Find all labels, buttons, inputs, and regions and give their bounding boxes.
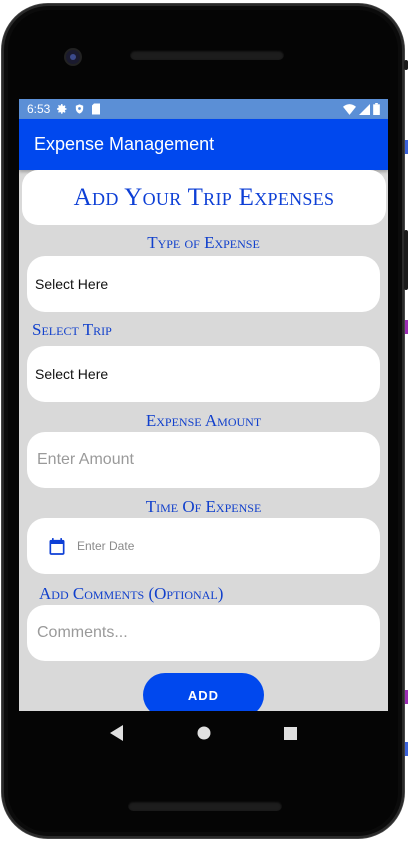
app-screen: 6:53 Expense Management Add Your Trip Ex… xyxy=(19,99,388,711)
status-bar: 6:53 xyxy=(19,99,388,119)
wifi-icon xyxy=(343,103,356,115)
system-nav-bar xyxy=(19,711,388,755)
recents-icon[interactable] xyxy=(283,726,297,740)
amount-placeholder: Enter Amount xyxy=(37,451,134,468)
top-speaker xyxy=(130,50,284,60)
app-bar: Expense Management xyxy=(19,119,388,170)
status-time: 6:53 xyxy=(27,102,51,116)
trip-label: Select Trip xyxy=(32,320,112,339)
date-placeholder: Enter Date xyxy=(77,539,135,553)
expense-type-dropdown[interactable]: Select Here xyxy=(27,256,380,312)
power-button xyxy=(404,60,408,70)
form-heading: Add Your Trip Expenses xyxy=(22,170,386,225)
gear-icon xyxy=(57,104,67,114)
app-title: Expense Management xyxy=(34,134,215,154)
front-camera xyxy=(66,50,80,64)
trip-dropdown[interactable]: Select Here xyxy=(27,346,380,402)
expense-form: Add Your Trip Expenses Type of Expense S… xyxy=(19,170,388,711)
battery-icon xyxy=(373,103,380,115)
comments-placeholder: Comments... xyxy=(37,624,128,641)
time-label: Time Of Expense xyxy=(145,497,262,516)
shield-icon xyxy=(76,104,84,114)
trip-value: Select Here xyxy=(35,366,109,382)
home-icon[interactable] xyxy=(197,726,211,740)
comments-label: Add Comments (Optional) xyxy=(39,584,224,603)
comments-input[interactable]: Comments... xyxy=(27,605,380,661)
amount-input[interactable]: Enter Amount xyxy=(27,432,380,488)
sdcard-icon xyxy=(92,103,101,115)
calendar-icon[interactable] xyxy=(47,536,67,557)
add-button[interactable]: ADD xyxy=(143,673,264,711)
expense-type-value: Select Here xyxy=(35,276,109,292)
amount-label: Expense Amount xyxy=(145,411,262,430)
volume-button xyxy=(404,230,408,290)
signal-icon xyxy=(359,103,370,115)
back-icon[interactable] xyxy=(110,725,124,741)
type-label: Type of Expense xyxy=(147,233,260,252)
date-input[interactable]: Enter Date xyxy=(27,518,380,574)
bottom-speaker xyxy=(128,801,282,811)
